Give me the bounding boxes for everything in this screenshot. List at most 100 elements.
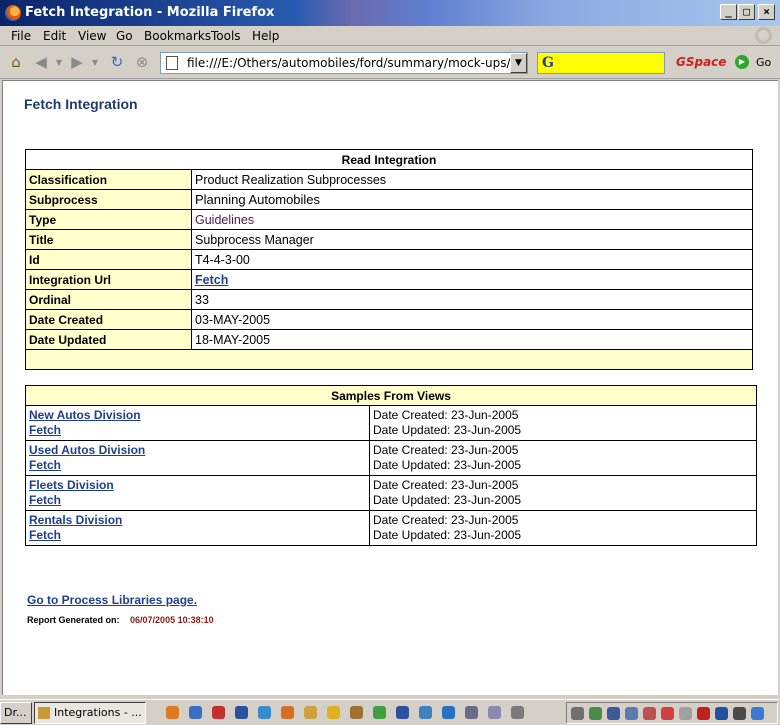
go-button-label[interactable]: Go xyxy=(756,56,771,69)
page-title: Fetch Integration xyxy=(24,96,138,112)
tray-icon[interactable] xyxy=(571,707,584,720)
row-value: 18-MAY-2005 xyxy=(191,329,753,350)
quicklaunch-icon[interactable] xyxy=(235,706,248,719)
search-engine-icon[interactable]: G xyxy=(542,55,554,71)
division-link[interactable]: Fleets Division xyxy=(29,478,114,492)
quicklaunch-icon[interactable] xyxy=(258,706,271,719)
maximize-icon: □ xyxy=(743,5,750,18)
process-libraries-link[interactable]: Go to Process Libraries page. xyxy=(27,593,197,607)
report-label: Report Generated on: xyxy=(27,615,120,625)
division-link[interactable]: Used Autos Division xyxy=(29,443,145,457)
tray-icon[interactable] xyxy=(715,707,728,720)
menu-bookmarks[interactable]: Bookmarks xyxy=(144,29,211,43)
table-row: Date Updated 18-MAY-2005 xyxy=(25,329,753,350)
quicklaunch-icon[interactable] xyxy=(396,706,409,719)
menu-file[interactable]: File xyxy=(11,29,31,43)
quicklaunch-icon[interactable] xyxy=(166,706,179,719)
tray-icon[interactable] xyxy=(643,707,656,720)
menu-view[interactable]: View xyxy=(78,29,106,43)
row-label: Id xyxy=(25,249,192,270)
fetch-link[interactable]: Fetch xyxy=(29,493,61,507)
stop-icon[interactable]: ⊗ xyxy=(133,54,151,71)
close-icon: × xyxy=(763,5,770,18)
taskbar-item-firefox[interactable]: Integrations - ... xyxy=(34,702,146,724)
tray-icon[interactable] xyxy=(697,707,710,720)
integration-table: Read Integration Classification Product … xyxy=(25,149,753,370)
quicklaunch-icon[interactable] xyxy=(304,706,317,719)
row-label: Date Updated xyxy=(25,329,192,350)
tray-icon[interactable] xyxy=(661,707,674,720)
date-created: Date Created: 23-Jun-2005 xyxy=(373,478,519,492)
table-row: Type Guidelines xyxy=(25,209,753,230)
quicklaunch-icon[interactable] xyxy=(327,706,340,719)
tray-icon[interactable] xyxy=(733,707,746,720)
back-dropdown-icon[interactable]: ▼ xyxy=(50,54,68,71)
division-link[interactable]: New Autos Division xyxy=(29,408,141,422)
integration-table-header: Read Integration xyxy=(25,149,753,170)
page-icon xyxy=(166,56,178,70)
row-value: 33 xyxy=(191,289,753,310)
menu-tools[interactable]: Tools xyxy=(211,29,241,43)
search-input[interactable]: G xyxy=(537,52,665,74)
quicklaunch-icon[interactable] xyxy=(189,706,202,719)
quicklaunch-icon[interactable] xyxy=(350,706,363,719)
go-icon[interactable]: ▶ xyxy=(735,55,749,69)
firefox-icon xyxy=(5,5,21,21)
url-field[interactable]: file:///E:/Others/automobiles/ford/summa… xyxy=(160,52,528,74)
tray-icon[interactable] xyxy=(589,707,602,720)
table-row: Integration Url Fetch xyxy=(25,269,753,290)
row-label: Ordinal xyxy=(25,289,192,310)
row-label: Date Created xyxy=(25,309,192,330)
quicklaunch-icon[interactable] xyxy=(511,706,524,719)
division-link[interactable]: Rentals Division xyxy=(29,513,122,527)
gspace-button[interactable]: GSpace xyxy=(676,55,726,69)
home-icon[interactable]: ⌂ xyxy=(7,54,25,71)
row-label: Type xyxy=(25,209,192,230)
tray-icon[interactable] xyxy=(679,707,692,720)
gspace-label: GSpace xyxy=(676,55,727,69)
integration-url-link[interactable]: Fetch xyxy=(195,273,228,287)
quicklaunch-icon[interactable] xyxy=(212,706,225,719)
navigation-toolbar: ⌂ ◀ ▼ ▶ ▼ ↻ ⊗ file:///E:/Others/automobi… xyxy=(0,47,780,79)
fetch-link[interactable]: Fetch xyxy=(29,423,61,437)
minimize-button[interactable]: _ xyxy=(720,4,737,20)
menu-edit[interactable]: Edit xyxy=(43,29,66,43)
quicklaunch-icon[interactable] xyxy=(281,706,294,719)
tray-icon[interactable] xyxy=(751,707,764,720)
row-value: Subprocess Manager xyxy=(191,229,753,250)
url-text: file:///E:/Others/automobiles/ford/summa… xyxy=(187,56,527,70)
row-label: Classification xyxy=(25,169,192,190)
url-dropdown-icon[interactable]: ▼ xyxy=(510,53,527,73)
firefox-icon xyxy=(38,707,50,719)
reload-icon[interactable]: ↻ xyxy=(108,54,126,71)
window-title-bar: Fetch Integration - Mozilla Firefox _ □ … xyxy=(0,0,780,26)
tray-icon[interactable] xyxy=(607,707,620,720)
forward-dropdown-icon[interactable]: ▼ xyxy=(86,54,104,71)
table-footer-row xyxy=(25,349,753,370)
row-value: Planning Automobiles xyxy=(191,189,753,210)
quicklaunch-icon[interactable] xyxy=(442,706,455,719)
menu-help[interactable]: Help xyxy=(252,29,279,43)
forward-icon[interactable]: ▶ xyxy=(68,54,86,71)
taskbar: Dr... Integrations - ... xyxy=(0,699,780,725)
back-icon[interactable]: ◀ xyxy=(32,54,50,71)
tray-icon[interactable] xyxy=(625,707,638,720)
maximize-button[interactable]: □ xyxy=(738,4,755,20)
menu-go[interactable]: Go xyxy=(116,29,133,43)
date-created: Date Created: 23-Jun-2005 xyxy=(373,443,519,457)
fetch-link[interactable]: Fetch xyxy=(29,528,61,542)
quicklaunch-icon[interactable] xyxy=(488,706,501,719)
quicklaunch-icon[interactable] xyxy=(419,706,432,719)
close-button[interactable]: × xyxy=(758,4,775,20)
quicklaunch-icon[interactable] xyxy=(465,706,478,719)
table-row: Ordinal 33 xyxy=(25,289,753,310)
table-row: Subprocess Planning Automobiles xyxy=(25,189,753,210)
quicklaunch-icon[interactable] xyxy=(373,706,386,719)
report-generated: Report Generated on: 06/07/2005 10:38:10 xyxy=(27,615,214,625)
table-row: Classification Product Realization Subpr… xyxy=(25,169,753,190)
fetch-link[interactable]: Fetch xyxy=(29,458,61,472)
throbber-icon xyxy=(755,27,772,44)
minimize-icon: _ xyxy=(725,5,732,18)
taskbar-item[interactable]: Dr... xyxy=(0,702,32,724)
table-row: Title Subprocess Manager xyxy=(25,229,753,250)
